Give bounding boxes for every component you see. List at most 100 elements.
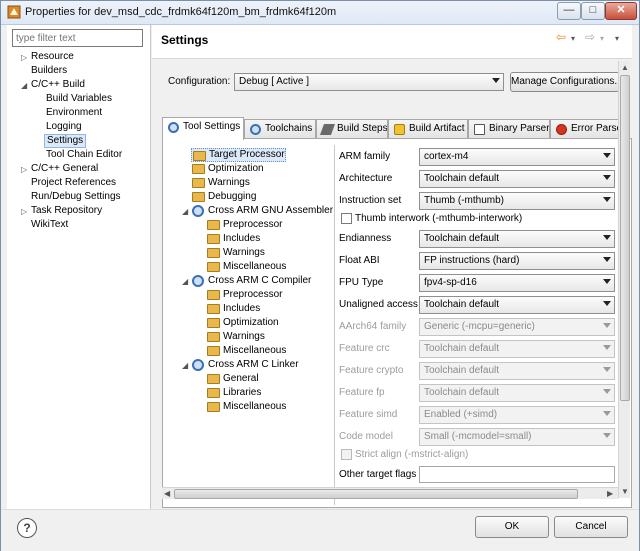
nav-item-logging[interactable]: Logging [46, 120, 82, 134]
tool-item-label: Warnings [223, 331, 265, 342]
horizontal-scroll-thumb[interactable] [174, 489, 578, 499]
feature-fp-value: Toolchain default [424, 387, 500, 398]
nav-item-build-variables[interactable]: Build Variables [46, 92, 112, 106]
thumb-interwork-label: Thumb interwork (-mthumb-interwork) [355, 213, 523, 224]
nav-item-environment[interactable]: Environment [46, 106, 102, 120]
forward-arrow-icon[interactable]: ⇨ [585, 30, 595, 44]
title-bar[interactable]: Properties for dev_msd_cdc_frdmk64f120m_… [1, 1, 639, 25]
feature-crypto-select[interactable]: Toolchain default [419, 362, 615, 380]
tab-binary-parsers[interactable]: Binary Parsers [468, 119, 550, 139]
ok-button[interactable]: OK [475, 516, 549, 538]
strict-align-checkbox[interactable] [341, 449, 352, 460]
close-button[interactable]: ✕ [605, 2, 637, 20]
scroll-up-icon[interactable]: ▲ [621, 63, 629, 72]
configuration-label: Configuration: [168, 76, 231, 87]
tab-toolchains[interactable]: Toolchains [244, 119, 316, 139]
arm-family-select[interactable]: cortex-m4 [419, 148, 615, 166]
tool-item-target-processor[interactable]: Target Processor [191, 148, 286, 162]
back-menu-icon[interactable]: ▾ [571, 34, 575, 43]
expand-arrow-icon[interactable]: ▷ [21, 165, 27, 174]
feature-simd-select[interactable]: Enabled (+simd) [419, 406, 615, 424]
tool-settings-icon [168, 122, 179, 133]
tab-build-steps[interactable]: Build Steps [316, 119, 388, 139]
thumb-interwork-checkbox[interactable] [341, 213, 352, 224]
forward-menu-icon[interactable]: ▾ [600, 34, 604, 43]
tool-item-warnings[interactable]: Warnings [191, 176, 250, 190]
float-abi-select[interactable]: FP instructions (hard) [419, 252, 615, 270]
nav-pane: ▷ Resource Builders ◢ C/C++ Build Build … [7, 25, 151, 509]
tool-item-compiler-includes[interactable]: Includes [206, 302, 260, 316]
toolchains-icon [250, 124, 261, 135]
collapse-arrow-icon[interactable]: ◢ [182, 207, 188, 216]
tool-item-compiler-warnings[interactable]: Warnings [206, 330, 265, 344]
tool-item-linker-general[interactable]: General [206, 372, 259, 386]
aarch64-family-select[interactable]: Generic (-mcpu=generic) [419, 318, 615, 336]
tool-item-label: Optimization [208, 163, 264, 174]
tool-item-linker-libraries[interactable]: Libraries [206, 386, 261, 400]
feature-fp-select[interactable]: Toolchain default [419, 384, 615, 402]
feature-crc-select[interactable]: Toolchain default [419, 340, 615, 358]
maximize-button[interactable]: □ [581, 2, 605, 20]
help-icon[interactable]: ? [17, 518, 37, 538]
code-model-select[interactable]: Small (-mcmodel=small) [419, 428, 615, 446]
scroll-down-icon[interactable]: ▼ [621, 487, 629, 496]
tool-item-cross-arm-gnu-assembler[interactable]: Cross ARM GNU Assembler [191, 204, 333, 218]
instruction-set-select[interactable]: Thumb (-mthumb) [419, 192, 615, 210]
fpu-type-label: FPU Type [339, 277, 384, 288]
collapse-arrow-icon[interactable]: ◢ [21, 81, 27, 90]
nav-item-project-references[interactable]: Project References [31, 176, 116, 190]
nav-item-settings[interactable]: Settings [44, 134, 87, 148]
back-arrow-icon[interactable]: ⇦ [556, 30, 566, 44]
tab-build-artifact[interactable]: Build Artifact [388, 119, 468, 139]
filter-input[interactable] [12, 29, 143, 47]
collapse-arrow-icon[interactable]: ◢ [182, 277, 188, 286]
vertical-scroll-thumb[interactable] [620, 75, 630, 401]
expand-arrow-icon[interactable]: ▷ [21, 53, 27, 62]
unaligned-access-select[interactable]: Toolchain default [419, 296, 615, 314]
tool-item-label: Preprocessor [223, 289, 283, 300]
manage-configurations-button[interactable]: Manage Configurations... [510, 72, 620, 92]
horizontal-scrollbar[interactable]: ◀ ▶ [162, 487, 618, 499]
collapse-arrow-icon[interactable]: ◢ [182, 361, 188, 370]
tool-item-linker-miscellaneous[interactable]: Miscellaneous [206, 400, 286, 414]
feature-simd-value: Enabled (+simd) [424, 409, 498, 420]
tool-item-assembler-miscellaneous[interactable]: Miscellaneous [206, 260, 286, 274]
configuration-select[interactable]: Debug [ Active ] [234, 73, 504, 91]
expand-arrow-icon[interactable]: ▷ [21, 207, 27, 216]
minimize-button[interactable]: — [557, 2, 581, 20]
tool-item-cross-arm-c-compiler[interactable]: Cross ARM C Compiler [191, 274, 311, 288]
scroll-right-icon[interactable]: ▶ [607, 489, 613, 498]
nav-item-cpp-general[interactable]: C/C++ General [31, 162, 98, 176]
architecture-select[interactable]: Toolchain default [419, 170, 615, 188]
nav-item-run-debug-settings[interactable]: Run/Debug Settings [31, 190, 121, 204]
tool-item-compiler-miscellaneous[interactable]: Miscellaneous [206, 344, 286, 358]
tab-error-parsers[interactable]: Error Parse [550, 119, 622, 139]
tool-item-debugging[interactable]: Debugging [191, 190, 256, 204]
tool-item-label: Miscellaneous [223, 401, 287, 412]
nav-item-task-repository[interactable]: Task Repository [31, 204, 102, 218]
tool-item-cross-arm-c-linker[interactable]: Cross ARM C Linker [191, 358, 299, 372]
chevron-down-icon [492, 78, 500, 83]
nav-item-tool-chain-editor[interactable]: Tool Chain Editor [46, 148, 122, 162]
tool-item-assembler-includes[interactable]: Includes [206, 232, 260, 246]
vertical-scrollbar[interactable]: ▲ ▼ [618, 61, 630, 498]
tool-item-optimization[interactable]: Optimization [191, 162, 264, 176]
nav-item-resource[interactable]: Resource [31, 50, 74, 64]
folder-icon [207, 388, 220, 398]
tool-item-compiler-optimization[interactable]: Optimization [206, 316, 279, 330]
tab-tool-settings[interactable]: Tool Settings [162, 117, 244, 140]
cancel-button[interactable]: Cancel [554, 516, 628, 538]
tool-item-assembler-warnings[interactable]: Warnings [206, 246, 265, 260]
tab-label: Toolchains [265, 123, 313, 134]
other-target-flags-input[interactable] [419, 466, 615, 483]
tool-item-compiler-preprocessor[interactable]: Preprocessor [206, 288, 282, 302]
nav-item-builders[interactable]: Builders [31, 64, 67, 78]
scroll-left-icon[interactable]: ◀ [164, 489, 170, 498]
fpu-type-select[interactable]: fpv4-sp-d16 [419, 274, 615, 292]
tool-item-assembler-preprocessor[interactable]: Preprocessor [206, 218, 282, 232]
configuration-value: Debug [ Active ] [239, 76, 310, 87]
nav-item-cpp-build[interactable]: C/C++ Build [31, 78, 85, 92]
endianness-select[interactable]: Toolchain default [419, 230, 615, 248]
nav-item-wikitext[interactable]: WikiText [31, 218, 68, 232]
view-menu-icon[interactable]: ▾ [615, 34, 619, 43]
